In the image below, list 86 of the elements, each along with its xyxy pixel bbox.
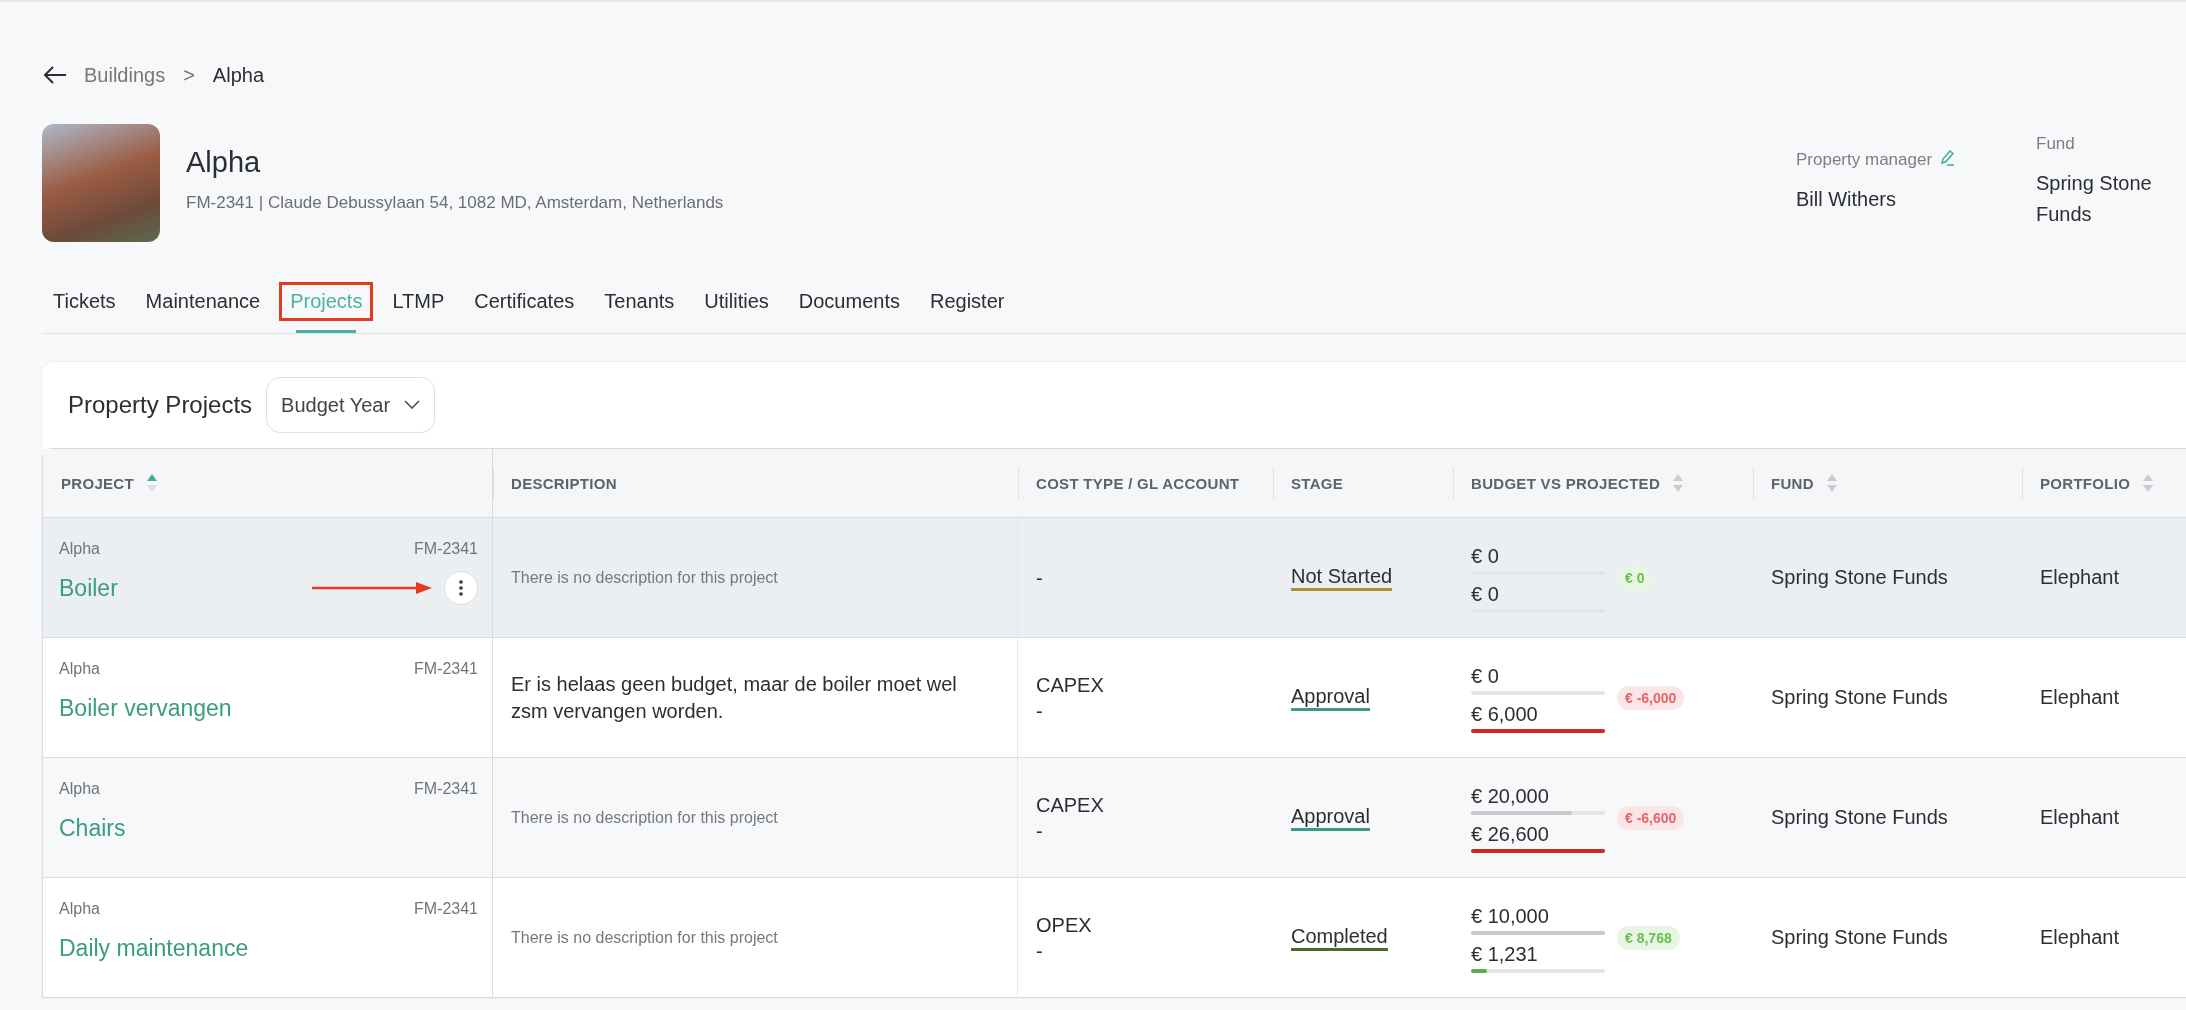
portfolio-text: Elephant [2040, 686, 2120, 709]
back-button[interactable] [42, 65, 68, 85]
fund-text: Spring Stone Funds [1771, 686, 1949, 709]
sort-icon[interactable] [1672, 473, 1685, 493]
breadcrumb-link[interactable]: Buildings [84, 63, 166, 87]
tab[interactable]: Certificates [463, 282, 586, 321]
building-name: Alpha [59, 660, 100, 678]
fund-label: Fund [2036, 134, 2075, 154]
breadcrumb-separator: > [183, 63, 195, 87]
fund-text: Spring Stone Funds [1771, 926, 1949, 949]
sort-icon[interactable] [1825, 473, 1838, 493]
project-cell[interactable]: Alpha FM-2341 Boiler [43, 518, 493, 638]
chevron-down-icon [404, 400, 421, 410]
building-name: Alpha [59, 900, 100, 918]
tab[interactable]: Maintenance [134, 282, 272, 321]
portfolio-text: Elephant [2040, 566, 2120, 589]
budget-amount: € 20,000 [1471, 784, 1549, 807]
sort-icon[interactable] [2142, 473, 2155, 493]
manager-label: Property manager [1796, 150, 1933, 170]
cost-type-text: CAPEX [1036, 672, 1105, 698]
project-cell[interactable]: Alpha FM-2341 Chairs [43, 758, 493, 878]
budget-amount: € 0 [1471, 664, 1499, 687]
column-header: STAGE [1291, 474, 1344, 492]
stage-label: Completed [1291, 924, 1388, 951]
projected-amount: € 0 [1471, 582, 1499, 605]
portfolio-text: Elephant [2040, 806, 2120, 829]
project-name-link[interactable]: Boiler vervangen [59, 694, 478, 722]
projected-amount: € 6,000 [1471, 702, 1538, 725]
cost-type-text: - [1036, 565, 1044, 591]
tab[interactable]: Tickets [42, 282, 127, 321]
cost-type-text: - [1036, 938, 1044, 964]
tab[interactable]: Register [918, 282, 1016, 321]
tab[interactable]: Documents [787, 282, 911, 321]
back-arrow-icon [42, 65, 68, 85]
budget-amount: € 10,000 [1471, 904, 1549, 927]
column-header: PROJECT [61, 474, 134, 492]
project-name-link[interactable]: Daily maintenance [59, 934, 478, 962]
sort-icon[interactable] [145, 473, 158, 493]
budget-year-dropdown[interactable]: Budget Year [266, 377, 436, 433]
budget-amount: € 0 [1471, 544, 1499, 567]
building-code: FM-2341 [413, 540, 478, 558]
project-name-link[interactable]: Boiler [59, 574, 312, 602]
empty-description: There is no description for this project [511, 568, 779, 587]
fund-text: Spring Stone Funds [1771, 806, 1949, 829]
project-cell[interactable]: Alpha FM-2341 Boiler vervangen [43, 638, 493, 758]
building-code: FM-2341 [413, 780, 478, 798]
building-code: FM-2341 [413, 900, 478, 918]
column-header: BUDGET VS PROJECTED [1471, 474, 1661, 492]
project-description: Er is helaas geen budget, maar de boiler moet wel zsm vervangen worden. [511, 671, 958, 724]
breadcrumb-current: Alpha [212, 63, 264, 87]
variance-badge: € 8,768 [1617, 925, 1680, 950]
column-header: FUND [1771, 474, 1814, 492]
stage-label: Not Started [1291, 564, 1393, 591]
variance-badge: € -6,600 [1617, 805, 1685, 830]
fund-text: Spring Stone Funds [1771, 566, 1949, 589]
tab[interactable]: Tenants [593, 282, 686, 321]
empty-description: There is no description for this project [511, 928, 779, 947]
column-header: PORTFOLIO [2040, 474, 2131, 492]
empty-description: There is no description for this project [511, 808, 779, 827]
cost-type-text: CAPEX [1036, 792, 1105, 818]
building-name: Alpha [59, 540, 100, 558]
cost-type-text: - [1036, 818, 1044, 844]
property-name: Alpha [186, 146, 261, 179]
column-header: COST TYPE / GL ACCOUNT [1036, 474, 1240, 492]
project-name-link[interactable]: Chairs [59, 814, 478, 842]
projected-amount: € 1,231 [1471, 942, 1538, 965]
more-vertical-icon [459, 580, 463, 596]
stage-label: Approval [1291, 684, 1370, 711]
variance-badge: € 0 [1617, 565, 1653, 590]
property-address: FM-2341 | Claude Debussylaan 54, 1082 MD, Amsterdam, Netherlands [186, 193, 725, 213]
more-options-button[interactable] [444, 571, 478, 605]
portfolio-text: Elephant [2040, 926, 2120, 949]
variance-badge: € -6,000 [1617, 685, 1685, 710]
tab[interactable]: LTMP [381, 282, 456, 321]
column-header: DESCRIPTION [511, 474, 617, 492]
stage-label: Approval [1291, 804, 1370, 831]
cost-type-text: OPEX [1036, 912, 1093, 938]
tab[interactable]: Utilities [693, 282, 780, 321]
projected-amount: € 26,600 [1471, 822, 1549, 845]
building-name: Alpha [59, 780, 100, 798]
building-code: FM-2341 [413, 660, 478, 678]
section-title: Property Projects [68, 391, 253, 419]
cost-type-text: - [1036, 698, 1044, 724]
project-cell[interactable]: Alpha FM-2341 Daily maintenance [43, 878, 493, 998]
manager-name: Bill Withers [1796, 187, 1897, 212]
fund-name: Spring Stone Funds [2036, 171, 2153, 227]
